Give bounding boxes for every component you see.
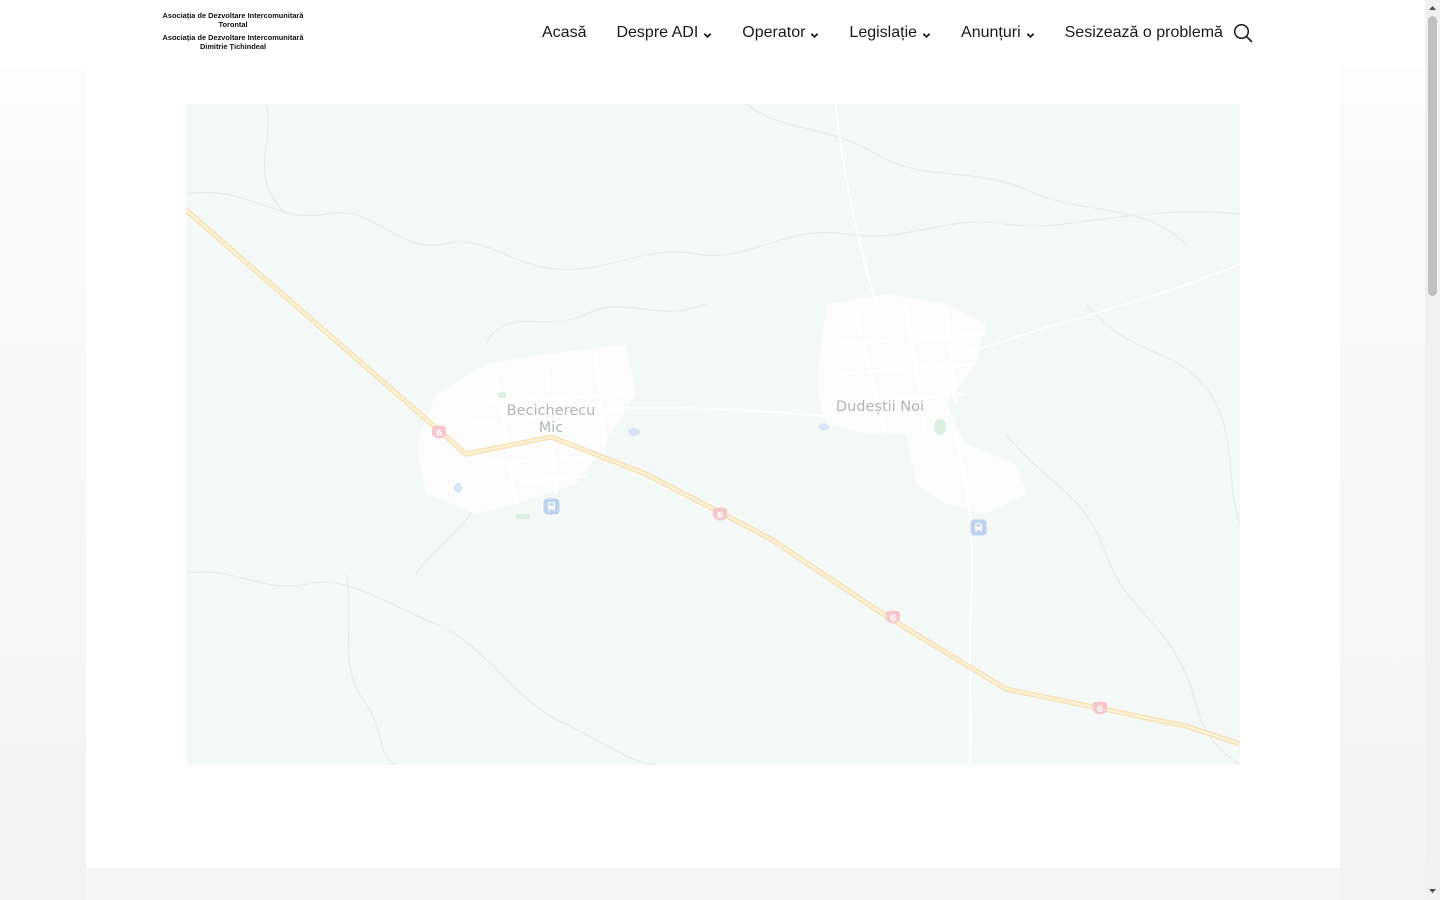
nav-item-label: Anunțuri: [961, 24, 1021, 41]
nav-item-label: Acasă: [542, 24, 587, 41]
logo-torontal: Asociația de Dezvoltare Intercomunitară …: [160, 11, 306, 29]
chevron-down-icon: [922, 32, 931, 38]
train-station-icon[interactable]: [970, 519, 987, 536]
map-embed[interactable]: 6 6 6 6 Becicherecu Mic Dudeștii Noi: [186, 104, 1240, 765]
road-shield-icon: 6: [713, 507, 727, 521]
map-label-line: Dudeștii Noi: [835, 399, 925, 415]
nav-item-anunturi[interactable]: Anunțuri: [961, 24, 1035, 42]
nav-item-operator[interactable]: Operator: [742, 24, 819, 42]
nav-item-sesizeaza[interactable]: Sesizează o problemă: [1065, 24, 1223, 42]
map-label-becicherecu-mic: Becicherecu Mic: [496, 403, 606, 437]
main-nav: Acasă Despre ADI Operator Legislație Anu…: [542, 22, 1223, 44]
map-canvas: [186, 104, 1240, 765]
map-label-line: Mic: [538, 420, 564, 436]
map-label-line: Becicherecu: [506, 403, 596, 419]
scrollbar-thumb[interactable]: [1428, 16, 1437, 296]
train-station-icon[interactable]: [543, 498, 560, 515]
road-shield-icon: 6: [886, 610, 900, 624]
road-shield-icon: 6: [1093, 701, 1107, 715]
map-label-dudestii-noi: Dudeștii Noi: [815, 399, 945, 416]
chevron-down-icon: [703, 32, 712, 38]
logo-line: Dimitrie Țichindeal: [199, 42, 267, 51]
chevron-down-icon: [811, 32, 819, 38]
nav-item-despre-adi[interactable]: Despre ADI: [616, 24, 712, 42]
svg-text:6: 6: [1097, 705, 1103, 715]
footer-strip: [86, 868, 1340, 900]
nav-item-acasa[interactable]: Acasă: [542, 24, 586, 42]
page-scrollbar[interactable]: [1425, 0, 1440, 900]
site-header: Asociația de Dezvoltare Intercomunitară …: [0, 0, 1425, 66]
logo-line: Asociația de Dezvoltare Intercomunitară: [162, 11, 304, 20]
svg-text:6: 6: [890, 614, 896, 624]
scroll-up-arrow-icon[interactable]: [1428, 4, 1437, 12]
svg-text:6: 6: [717, 511, 723, 521]
nav-item-label: Sesizează o problemă: [1064, 24, 1223, 41]
scroll-down-arrow-icon[interactable]: [1428, 887, 1437, 895]
logo-line: Asociația de Dezvoltare Intercomunitară: [162, 33, 304, 42]
search-icon[interactable]: [1233, 23, 1253, 43]
nav-item-label: Despre ADI: [616, 24, 699, 41]
chevron-down-icon: [1026, 32, 1034, 38]
nav-item-label: Legislație: [849, 24, 918, 41]
logo-line: Torontal: [218, 20, 248, 29]
logo-tichindeal: Asociația de Dezvoltare Intercomunitară …: [160, 33, 306, 51]
site-logo[interactable]: Asociația de Dezvoltare Intercomunitară …: [160, 11, 306, 51]
road-shield-icon: 6: [432, 425, 446, 439]
nav-item-label: Operator: [742, 24, 806, 41]
nav-item-legislatie[interactable]: Legislație: [849, 24, 931, 42]
svg-text:6: 6: [436, 429, 442, 439]
